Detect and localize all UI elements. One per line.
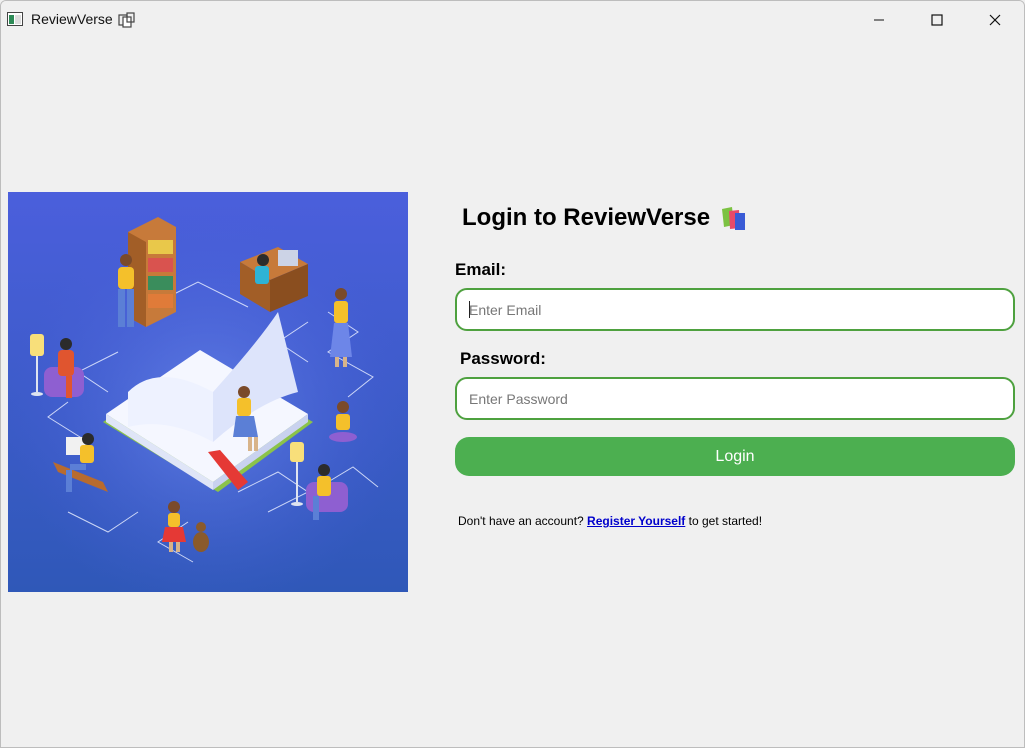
register-prefix: Don't have an account? bbox=[458, 514, 588, 528]
maximize-button[interactable] bbox=[908, 1, 966, 39]
close-button[interactable] bbox=[966, 1, 1024, 39]
close-icon bbox=[989, 14, 1001, 26]
register-link[interactable]: Register Yourself bbox=[587, 514, 685, 528]
login-button[interactable]: Login bbox=[455, 437, 1015, 476]
login-heading-row: Login to ReviewVerse bbox=[462, 201, 748, 235]
login-heading: Login to ReviewVerse bbox=[462, 204, 711, 231]
app-icon bbox=[7, 12, 23, 26]
register-prompt: Don't have an account? Register Yourself… bbox=[458, 514, 762, 528]
window-title: ReviewVerse bbox=[31, 11, 113, 27]
books-icon bbox=[118, 12, 135, 28]
minimize-icon bbox=[874, 19, 884, 21]
text-cursor bbox=[469, 301, 470, 318]
email-label: Email: bbox=[455, 260, 507, 279]
app-window: ReviewVerse Login to ReviewVerse Email: … bbox=[0, 0, 1025, 748]
title-bar[interactable]: ReviewVerse bbox=[1, 1, 1024, 39]
register-suffix: to get started! bbox=[685, 514, 763, 528]
maximize-icon bbox=[931, 14, 943, 26]
library-reading-illustration bbox=[8, 192, 408, 592]
password-label: Password: bbox=[460, 349, 546, 368]
email-field[interactable] bbox=[455, 288, 1015, 331]
password-field[interactable] bbox=[455, 377, 1015, 420]
books-icon bbox=[722, 207, 746, 230]
minimize-button[interactable] bbox=[850, 1, 908, 39]
